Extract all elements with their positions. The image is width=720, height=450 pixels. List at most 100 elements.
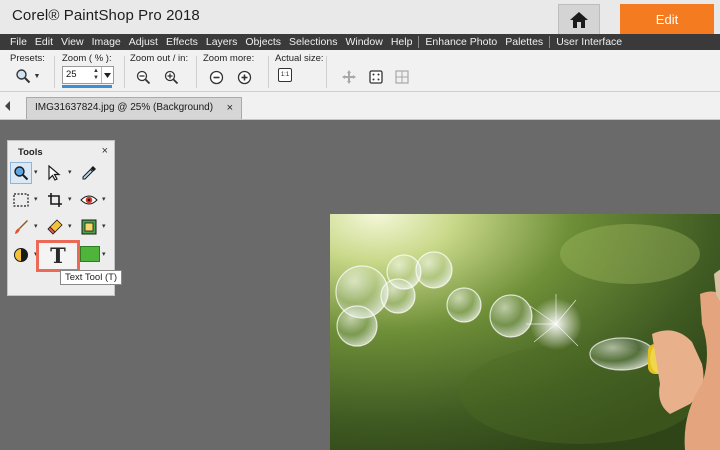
edit-workspace-tab[interactable]: Edit: [620, 4, 714, 34]
color-swatch-flyout-caret[interactable]: ▾: [102, 251, 110, 259]
zoom-more-in-button[interactable]: [235, 68, 253, 86]
pick-tool-flyout-caret[interactable]: ▾: [68, 169, 76, 177]
zoom-spinner[interactable]: ▲ ▼: [93, 68, 101, 82]
tab-scroll-left-button[interactable]: [3, 99, 13, 113]
color-swatch-button[interactable]: [80, 246, 100, 262]
dodge-tool-button[interactable]: [10, 244, 32, 266]
zoom-dropdown-button[interactable]: [101, 67, 113, 83]
fit-window-icon: [369, 70, 383, 84]
presets-dropdown-caret[interactable]: ▼: [32, 69, 42, 83]
presets-zoom-icon[interactable]: [14, 67, 32, 85]
red-eye-tool-icon: [80, 195, 98, 205]
zoom-in-icon: [164, 70, 178, 84]
zoom-tool-button[interactable]: [10, 162, 32, 184]
bubbles-photo: [330, 214, 720, 450]
document-tab[interactable]: IMG31637824.jpg @ 25% (Background) ×: [26, 97, 242, 119]
clone-tool-button[interactable]: [78, 216, 100, 238]
crop-tool-button[interactable]: [44, 189, 66, 211]
zoom-value: 25: [66, 69, 77, 80]
text-tool-tooltip: Text Tool (T): [60, 270, 123, 285]
menu-separator: [418, 36, 420, 48]
zoom-slider-bar[interactable]: [62, 85, 112, 88]
fit-image-icon: [395, 70, 409, 84]
tools-palette-close-icon[interactable]: ×: [102, 145, 108, 157]
selection-tool-button[interactable]: [10, 189, 32, 211]
zoom-out-icon: [136, 70, 150, 84]
menu-layers[interactable]: Layers: [202, 34, 242, 50]
tools-palette-title: Tools: [18, 147, 43, 158]
dropper-tool-icon: [82, 166, 96, 180]
fit-image-button[interactable]: [393, 68, 411, 86]
crop-tool-flyout-caret[interactable]: ▾: [68, 196, 76, 204]
fit-window-button[interactable]: [367, 68, 385, 86]
menu-adjust[interactable]: Adjust: [125, 34, 162, 50]
options-separator: [268, 56, 269, 88]
menu-palettes[interactable]: Palettes: [501, 34, 547, 50]
eraser-tool-icon: [47, 219, 63, 235]
menu-bar: File Edit View Image Adjust Effects Laye…: [0, 34, 720, 50]
options-separator: [54, 56, 55, 88]
chevron-left-icon: [5, 101, 10, 111]
menu-window[interactable]: Window: [341, 34, 386, 50]
zoom-more-out-button[interactable]: [207, 68, 225, 86]
menu-image[interactable]: Image: [88, 34, 125, 50]
home-button[interactable]: [558, 4, 600, 34]
options-separator: [326, 56, 327, 88]
zoom-out-in-group: Zoom out / in:: [130, 53, 188, 64]
title-bar: Corel® PaintShop Pro 2018 Edit: [0, 0, 720, 34]
zoom-percent-input[interactable]: 25 ▲ ▼: [62, 66, 114, 84]
crop-tool-icon: [48, 193, 62, 207]
zoom-more-out-icon: [209, 70, 223, 84]
eraser-tool-button[interactable]: [44, 216, 66, 238]
image-canvas[interactable]: [330, 214, 720, 450]
paint-brush-tool-button[interactable]: [10, 216, 32, 238]
menu-edit[interactable]: Edit: [31, 34, 57, 50]
zoom-tool-flyout-caret[interactable]: ▾: [34, 169, 42, 177]
clone-tool-icon: [81, 219, 97, 235]
menu-view[interactable]: View: [57, 34, 88, 50]
eraser-tool-flyout-caret[interactable]: ▾: [68, 223, 76, 231]
zoom-tool-icon: [14, 166, 29, 181]
presets-label: Presets:: [10, 53, 45, 64]
menu-effects[interactable]: Effects: [162, 34, 202, 50]
actual-size-group: Actual size:: [275, 53, 324, 64]
selection-tool-icon: [13, 193, 29, 207]
zoom-out-button[interactable]: [134, 68, 152, 86]
red-eye-tool-button[interactable]: [78, 189, 100, 211]
menu-separator: [549, 36, 551, 48]
actual-size-button[interactable]: 1:1: [278, 68, 292, 82]
menu-enhance-photo[interactable]: Enhance Photo: [421, 34, 501, 50]
zoom-group: Zoom ( % ):: [62, 53, 112, 64]
actual-size-label: Actual size:: [275, 53, 324, 64]
home-icon: [570, 11, 588, 28]
app-title: Corel® PaintShop Pro 2018: [12, 7, 200, 24]
zoom-out-in-label: Zoom out / in:: [130, 53, 189, 64]
menu-file[interactable]: File: [6, 34, 31, 50]
dropper-tool-button[interactable]: [78, 162, 100, 184]
move-icon: [342, 70, 356, 84]
presets-group: Presets:: [10, 53, 45, 64]
menu-help[interactable]: Help: [387, 34, 417, 50]
zoom-label: Zoom ( % ):: [62, 53, 112, 64]
dodge-tool-icon: [14, 248, 28, 262]
text-tool-icon: T: [50, 243, 66, 268]
clone-tool-flyout-caret[interactable]: ▾: [102, 223, 110, 231]
menu-selections[interactable]: Selections: [285, 34, 341, 50]
red-eye-tool-flyout-caret[interactable]: ▾: [102, 196, 110, 204]
paint-brush-tool-icon: [15, 220, 28, 234]
document-tab-bar: IMG31637824.jpg @ 25% (Background) ×: [0, 92, 720, 120]
move-button[interactable]: [340, 68, 358, 86]
tool-options-bar: Presets: ▼ Zoom ( % ): 25 ▲ ▼ Zoom out / …: [0, 50, 720, 92]
options-separator: [124, 56, 125, 88]
selection-tool-flyout-caret[interactable]: ▾: [34, 196, 42, 204]
zoom-in-button[interactable]: [162, 68, 180, 86]
options-separator: [196, 56, 197, 88]
paint-brush-tool-flyout-caret[interactable]: ▾: [34, 223, 42, 231]
document-tab-close-icon[interactable]: ×: [227, 102, 233, 114]
pick-tool-icon: [48, 165, 61, 181]
menu-user-interface[interactable]: User Interface: [552, 34, 626, 50]
pick-tool-button[interactable]: [44, 162, 66, 184]
text-tool-button[interactable]: T: [36, 240, 80, 272]
menu-objects[interactable]: Objects: [241, 34, 285, 50]
zoom-more-in-icon: [237, 70, 251, 84]
